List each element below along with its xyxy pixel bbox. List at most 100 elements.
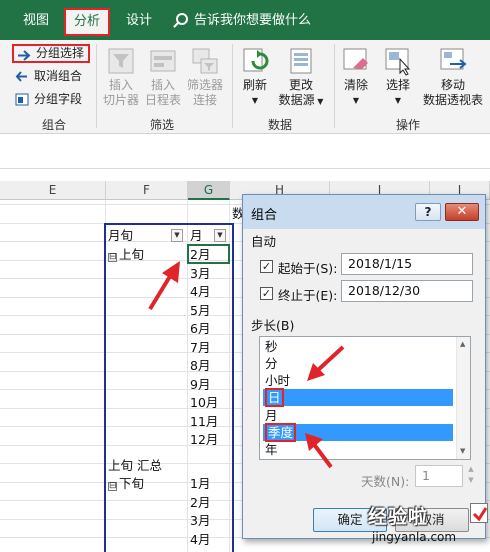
tab-design[interactable]: 设计 — [116, 8, 162, 34]
annotation-arrow-icon — [307, 345, 345, 381]
move-pivot-icon — [438, 46, 468, 76]
group-label-filter: 筛选 — [149, 118, 174, 132]
move-pivot-line1: 移动 — [440, 78, 465, 92]
tab-view[interactable]: 视图 — [14, 8, 58, 34]
filter-dropdown-icon[interactable]: ▼ — [171, 229, 183, 242]
pivot-month-cell[interactable]: 6月 — [190, 319, 210, 338]
help-icon[interactable]: ? — [415, 203, 441, 221]
step-item-days[interactable]: 日 — [263, 388, 453, 407]
group-field-label: 分组字段 — [34, 92, 83, 106]
scroll-up-icon[interactable]: ▲ — [460, 340, 465, 348]
chevron-down-icon: ▼ — [251, 96, 259, 105]
pivot-group-upper-label: 上旬 — [119, 247, 145, 262]
column-header-g[interactable]: G — [188, 181, 230, 200]
filter-connections-line1: 筛选器 — [186, 78, 223, 92]
ungroup-label: 取消组合 — [34, 69, 83, 83]
arrow-right-icon — [18, 50, 31, 61]
data-source-icon — [286, 46, 316, 76]
pivot-month-cell[interactable]: 7月 — [190, 338, 210, 357]
chevron-down-icon: ▼ — [314, 97, 324, 106]
move-pivot-line2: 数据透视表 — [422, 93, 483, 107]
pivot-month-cell[interactable]: 2月 — [190, 493, 210, 512]
annotation-arrow-icon — [305, 433, 333, 469]
tab-analyze[interactable]: 分析 — [64, 8, 110, 36]
refresh-icon — [240, 46, 270, 76]
tell-me-box[interactable]: 告诉我你想要做什么 — [176, 8, 311, 34]
pivot-group-lower[interactable]: ⊟ 下旬 — [108, 474, 144, 493]
step-item-seconds[interactable]: 秒 — [263, 338, 453, 355]
dialog-title: 组合 — [251, 208, 278, 223]
spacer — [0, 169, 490, 181]
listbox-scrollbar[interactable]: ▲ ▼ — [456, 337, 470, 459]
clear-button[interactable]: 清除 ▼ — [338, 46, 374, 108]
filter-connections-line2: 连接 — [192, 93, 217, 107]
change-data-source-line2: 数据源 — [278, 93, 315, 107]
step-item-hours[interactable]: 小时 — [263, 372, 453, 389]
watermark-text: 经验啦 — [368, 506, 429, 528]
step-listbox[interactable]: 秒 分 小时 日 月 季度 年 ▲ ▼ — [259, 336, 471, 460]
insert-slicer-line2: 切片器 — [102, 93, 139, 107]
select-button[interactable]: 选择 ▼ — [378, 46, 418, 108]
pivot-month-cell[interactable]: 4月 — [190, 282, 210, 301]
group-selection-button[interactable]: 分组选择 — [12, 44, 91, 63]
chevron-down-icon: ▼ — [394, 96, 402, 105]
pivot-month-cell[interactable]: 12月 — [190, 430, 218, 449]
change-data-source-line1: 更改 — [288, 78, 313, 92]
auto-section-label: 自动 — [251, 234, 277, 249]
watermark-check-icon — [470, 503, 488, 523]
change-data-source-button[interactable]: 更改 数据源 ▼ — [274, 46, 328, 109]
scroll-down-icon[interactable]: ▼ — [460, 447, 465, 455]
filter-dropdown-icon[interactable]: ▼ — [214, 229, 226, 242]
start-label: 起始于(S): — [278, 261, 338, 276]
timeline-icon — [148, 46, 178, 76]
start-checkbox[interactable]: ✓ — [260, 260, 273, 273]
annotation-arrow-icon — [148, 261, 180, 311]
pivot-subtotal: 上旬 汇总 — [108, 458, 162, 473]
dialog-titlebar[interactable]: 组合 ? ✕ — [243, 195, 485, 229]
spin-up-icon[interactable]: ▲ — [465, 465, 477, 476]
end-label: 终止于(E): — [278, 288, 338, 303]
select-label: 选择 — [385, 78, 410, 92]
days-input[interactable]: 1 — [415, 465, 463, 487]
pivot-group-upper[interactable]: ⊟ 上旬 — [108, 245, 144, 264]
refresh-button[interactable]: 刷新 ▼ — [236, 46, 274, 108]
pivot-month-cell[interactable]: 4月 — [190, 530, 210, 549]
pivot-month-cell[interactable]: 5月 — [190, 301, 210, 320]
pivot-month-cell[interactable]: 9月 — [190, 375, 210, 394]
group-label-actions: 操作 — [395, 118, 420, 132]
step-item-quarters[interactable]: 季度 — [263, 423, 453, 442]
pivot-month-cell[interactable]: 1月 — [190, 474, 210, 493]
collapse-icon[interactable]: ⊟ — [108, 482, 117, 491]
group-separator — [232, 44, 233, 128]
end-input[interactable]: 2018/12/30 — [341, 280, 473, 302]
end-checkbox[interactable]: ✓ — [260, 287, 273, 300]
start-input[interactable]: 2018/1/15 — [341, 253, 473, 275]
spin-down-icon[interactable]: ▼ — [465, 476, 477, 487]
pivot-month-cell[interactable]: 8月 — [190, 356, 210, 375]
select-icon — [383, 46, 413, 76]
pivot-month-cell[interactable]: 3月 — [190, 511, 210, 530]
ungroup-button[interactable]: 取消组合 — [12, 67, 82, 86]
step-item-years[interactable]: 年 — [263, 441, 453, 458]
step-item-minutes[interactable]: 分 — [263, 355, 453, 372]
refresh-label: 刷新 — [242, 78, 267, 92]
pivot-group-lower-label: 下旬 — [119, 476, 145, 491]
column-header-e[interactable]: E — [0, 181, 106, 200]
eraser-icon — [341, 46, 371, 76]
filter-connections-button[interactable]: 筛选器 连接 — [184, 46, 226, 108]
watermark-url: jingyanla.com — [372, 530, 457, 544]
group-field-button[interactable]: 分组字段 — [12, 90, 82, 109]
move-pivot-button[interactable]: 移动 数据透视表 — [420, 46, 486, 108]
pivot-month-cell[interactable]: 11月 — [190, 412, 218, 431]
column-header-f[interactable]: F — [106, 181, 188, 200]
pivot-month-cell[interactable]: 3月 — [190, 264, 210, 283]
collapse-icon[interactable]: ⊟ — [108, 253, 117, 262]
pivot-month-cell[interactable]: 10月 — [190, 393, 218, 412]
ungroup-icon — [15, 71, 27, 82]
insert-timeline-button[interactable]: 插入 日程表 — [142, 46, 184, 108]
close-icon[interactable]: ✕ — [445, 203, 479, 221]
step-item-months[interactable]: 月 — [263, 407, 453, 424]
insert-timeline-line2: 日程表 — [144, 93, 181, 107]
insert-slicer-button[interactable]: 插入 切片器 — [100, 46, 142, 108]
search-icon — [176, 13, 188, 25]
